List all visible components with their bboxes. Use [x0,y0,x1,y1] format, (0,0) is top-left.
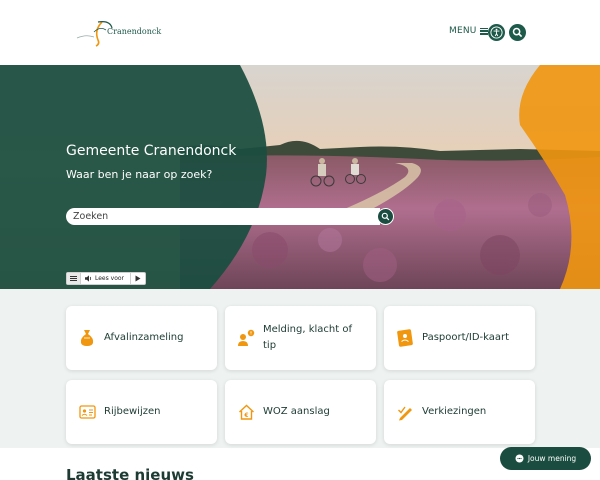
speaker-icon [85,275,92,282]
search-input[interactable] [66,208,380,225]
tile-label: WOZ aanslag [263,406,330,417]
hero-banner: Gemeente Cranendonck Waar ben je naar op… [0,65,600,289]
tile-verkiezingen[interactable]: Verkiezingen [384,380,535,444]
site-header: Cranendonck MENU [0,0,600,65]
drivers-license-icon [78,403,96,421]
search-submit-button[interactable] [377,208,394,225]
hero-search [66,208,394,225]
house-euro-icon: € [237,403,255,421]
passport-icon [396,329,414,347]
readspeaker-listen-button[interactable]: Lees voor [81,273,132,284]
tile-afvalinzameling[interactable]: Afvalinzameling [66,306,217,370]
accessibility-icon [490,26,503,39]
readspeaker-menu-button[interactable] [67,273,81,284]
news-section-title: Laatste nieuws [66,466,194,480]
readspeaker-label: Lees voor [95,275,125,282]
page-title: Gemeente Cranendonck [66,143,237,159]
report-person-icon [237,329,255,347]
chat-icon [515,454,524,463]
feedback-button[interactable]: Jouw mening [500,447,591,470]
tile-melding-klacht-tip[interactable]: Melding, klacht of tip [225,306,376,370]
readspeaker-play-button[interactable] [131,273,145,284]
tile-paspoort-id-kaart[interactable]: Paspoort/ID-kaart [384,306,535,370]
tile-label: Rijbewijzen [104,406,161,417]
play-icon [135,275,141,282]
search-icon [381,212,390,221]
menu-label: MENU [449,26,477,36]
search-button[interactable] [509,24,526,41]
hero-subtitle: Waar ben je naar op zoek? [66,168,213,181]
svg-text:€: € [243,412,248,419]
tile-rijbewijzen[interactable]: Rijbewijzen [66,380,217,444]
vote-pencil-icon [396,403,414,421]
menu-button[interactable]: MENU [449,26,488,36]
tile-label: Melding, klacht of tip [263,324,352,351]
tile-woz-aanslag[interactable]: € WOZ aanslag [225,380,376,444]
logo-text: Cranendonck [107,27,162,36]
waste-bag-icon [78,329,96,347]
search-icon [512,27,523,38]
accessibility-button[interactable] [488,24,505,41]
tile-label: Verkiezingen [422,406,487,417]
tile-label: Afvalinzameling [104,332,184,343]
feedback-label: Jouw mening [527,454,577,463]
tile-label: Paspoort/ID-kaart [422,332,510,343]
readspeaker-toolbar: Lees voor [66,272,147,285]
hamburger-icon [479,27,488,35]
